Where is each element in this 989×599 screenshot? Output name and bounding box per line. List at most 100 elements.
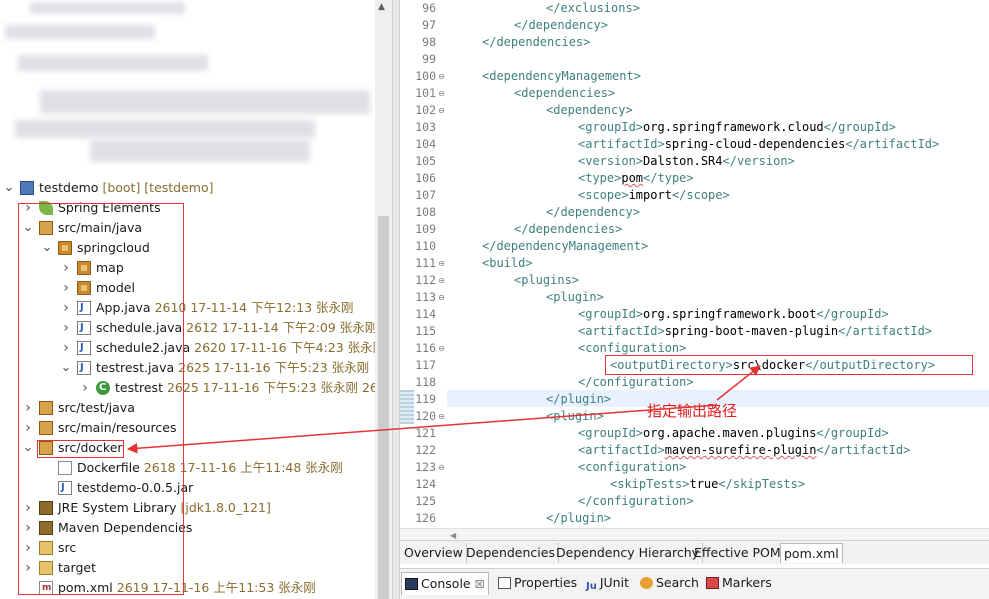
scroll-left-icon[interactable]: ◀ [450,531,456,540]
tree-item[interactable]: › Maven Dependencies [0,518,372,538]
tree-item[interactable]: › Spring Elements [0,198,372,218]
line-number: 103 [415,120,436,134]
code-line[interactable]: <groupId>org.apache.maven.plugins</group… [450,425,889,442]
scrollbar-thumb[interactable] [378,216,389,599]
fold-collapse-icon[interactable]: ⊖ [437,289,446,306]
explorer-vertical-scrollbar[interactable]: ▲ [375,0,392,599]
expand-chevron-down-icon[interactable]: ⌄ [3,178,15,198]
expand-chevron-right-icon[interactable]: › [60,278,72,298]
fold-collapse-icon[interactable]: ⊖ [437,102,446,119]
tree-item[interactable]: › target [0,558,372,578]
code-line[interactable]: </plugin> [450,510,611,527]
code-line[interactable]: </configuration> [450,374,694,391]
expand-chevron-down-icon[interactable]: ⌄ [22,438,34,458]
expand-chevron-down-icon[interactable]: ⌄ [22,218,34,238]
tree-item[interactable]: Dockerfile 2618 17-11-16 上午11:48 张永刚 [0,458,372,478]
fold-collapse-icon[interactable]: ⊖ [437,68,446,85]
pom-tab-overview[interactable]: Overview [401,543,467,563]
expand-chevron-right-icon[interactable]: › [22,558,34,578]
code-line[interactable]: </dependencyManagement> [450,238,648,255]
pom-xml-editor[interactable]: 96 97 98 99 100 ⊖ 101 ⊖ 102 ⊖ 103 104 105 106 107 108 10… [400,0,989,528]
close-icon[interactable]: ☒ [475,578,485,591]
expand-chevron-right-icon[interactable]: › [60,258,72,278]
expand-chevron-right-icon[interactable]: › [60,338,72,358]
code-line[interactable]: <configuration> [450,459,686,476]
tree-item[interactable]: › schedule.java 2612 17-11-14 下午2:09 张永刚 [0,318,377,338]
code-line[interactable]: <dependencyManagement> [450,68,641,85]
xml-tag: </exclusions> [546,1,640,15]
code-line[interactable]: <outputDirectory>src\docker</outputDirec… [450,357,935,374]
scroll-up-icon[interactable]: ▲ [378,2,385,12]
fold-collapse-icon[interactable]: ⊖ [437,255,446,272]
expand-chevron-right-icon[interactable]: › [79,378,91,398]
tree-item[interactable]: › JRE System Library [jdk1.8.0_121] [0,498,372,518]
tree-item[interactable]: › src [0,538,372,558]
code-line[interactable]: </dependency> [450,17,608,34]
tree-item[interactable]: › schedule2.java 2620 17-11-16 下午4:23 张永刚 [0,338,385,358]
xml-tag: </dependency> [546,205,640,219]
tree-item[interactable]: › src/test/java [0,398,372,418]
code-line[interactable]: <scope>import</scope> [450,187,730,204]
tree-item[interactable]: testdemo-0.0.5.jar [0,478,372,498]
code-line[interactable]: </exclusions> [450,0,640,17]
editor-horizontal-scrollbar[interactable]: ◀ [400,528,989,540]
code-line[interactable]: <configuration> [450,340,686,357]
pom-tab-effective-pom[interactable]: Effective POM [691,543,785,563]
tree-item[interactable]: ⌄ src/main/java [0,218,372,238]
expand-chevron-down-icon[interactable]: ⌄ [41,238,53,258]
fold-collapse-icon[interactable]: ⊖ [437,272,446,289]
code-line[interactable]: <plugin> [450,408,604,425]
pom-tab-pom-xml[interactable]: pom.xml [780,543,843,563]
tree-item[interactable]: ⌄ springcloud [0,238,372,258]
view-tab-properties[interactable]: Properties [498,572,577,594]
view-tab-console[interactable]: Console ☒ [401,572,489,595]
tree-item[interactable]: › App.java 2610 17-11-14 下午12:13 张永刚 [0,298,372,318]
pom-tab-dependency-hierarchy[interactable]: Dependency Hierarchy [553,543,704,563]
code-line[interactable]: <groupId>org.springframework.cloud</grou… [450,119,896,136]
fold-collapse-icon[interactable]: ⊖ [437,408,446,425]
expand-chevron-right-icon[interactable]: › [22,538,34,558]
pom-tab-dependencies[interactable]: Dependencies [463,543,559,563]
code-line[interactable]: <dependencies> [450,85,615,102]
code-line[interactable]: </dependencies> [450,34,590,51]
tree-item[interactable]: ⌄ src/docker [0,438,372,458]
code-line[interactable]: <type>pom</type> [450,170,694,187]
code-line[interactable]: <dependency> [450,102,633,119]
tree-item[interactable]: ⌄ testdemo [boot] [testdemo] [0,178,372,198]
expand-chevron-right-icon[interactable]: › [22,498,34,518]
expand-chevron-right-icon[interactable]: › [22,518,34,538]
expand-chevron-right-icon[interactable]: › [22,418,34,438]
expand-chevron-right-icon[interactable]: › [60,318,72,338]
java-file-icon [77,358,91,378]
tree-item[interactable]: ⌄ testrest.java 2625 17-11-16 下午5:23 张永刚 [0,358,372,378]
expand-chevron-down-icon[interactable]: ⌄ [60,358,72,378]
view-tab-junit[interactable]: Ju JUnit [586,572,629,594]
code-line[interactable]: <skipTests>true</skipTests> [450,476,805,493]
tree-item[interactable]: › testrest 2625 17-11-16 下午5:23 张永刚 2625 [0,378,392,398]
view-tab-search[interactable]: Search [640,572,699,594]
code-line[interactable]: <plugin> [450,289,604,306]
tree-item[interactable]: › map [0,258,372,278]
code-line[interactable]: <version>Dalston.SR4</version> [450,153,795,170]
code-line[interactable]: <build> [450,255,533,272]
tree-item[interactable]: › src/main/resources [0,418,372,438]
tree-item[interactable]: pom.xml 2619 17-11-16 上午11:53 张永刚 [0,578,372,598]
fold-collapse-icon[interactable]: ⊖ [437,459,446,476]
fold-collapse-icon[interactable]: ⊖ [437,340,446,357]
code-line[interactable]: </dependencies> [450,221,622,238]
code-line[interactable]: </configuration> [450,493,694,510]
view-tab-markers[interactable]: Markers [706,572,772,594]
expand-chevron-right-icon[interactable]: › [22,398,34,418]
code-line[interactable]: <groupId>org.springframework.boot</group… [450,306,889,323]
pane-splitter[interactable] [392,0,400,599]
code-line[interactable]: </plugin> [450,391,611,408]
code-line[interactable]: <artifactId>maven-surefire-plugin</artif… [450,442,910,459]
code-line[interactable]: </dependency> [450,204,640,221]
code-line[interactable]: <artifactId>spring-cloud-dependencies</a… [450,136,939,153]
code-line[interactable]: <plugins> [450,272,579,289]
fold-collapse-icon[interactable]: ⊖ [437,85,446,102]
expand-chevron-right-icon[interactable]: › [60,298,72,318]
tree-item[interactable]: › model [0,278,372,298]
code-line[interactable]: <artifactId>spring-boot-maven-plugin</ar… [450,323,932,340]
expand-chevron-right-icon[interactable]: › [22,198,34,218]
